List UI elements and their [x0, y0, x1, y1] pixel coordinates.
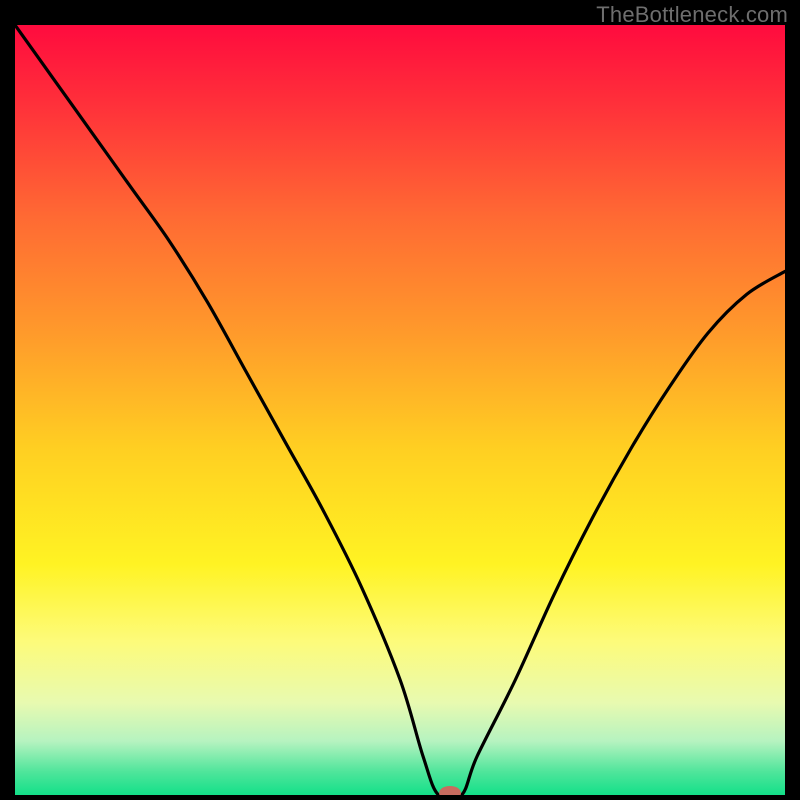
bottleneck-chart [15, 25, 785, 795]
chart-frame [15, 25, 785, 795]
